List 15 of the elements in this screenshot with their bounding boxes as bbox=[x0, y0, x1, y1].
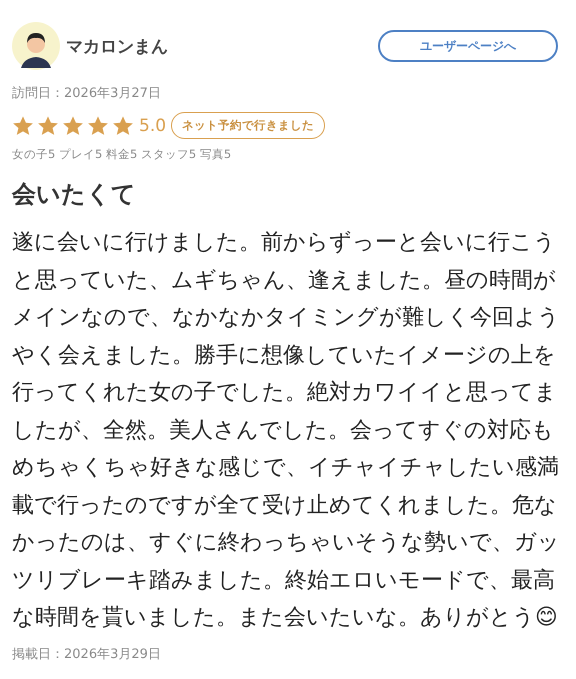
star-icon bbox=[62, 114, 84, 136]
review-title: 会いたくて bbox=[12, 179, 137, 210]
rating-score: 5.0 bbox=[139, 116, 166, 136]
star-icon bbox=[87, 114, 109, 136]
user-page-button[interactable]: ユーザーページへ bbox=[378, 30, 558, 62]
sub-ratings: 女の子5 プレイ5 料金5 スタッフ5 写真5 bbox=[12, 147, 232, 162]
avatar-icon bbox=[12, 22, 60, 70]
review-body: 遂に会いに行けました。前からずっーと会いに行こうと思っていた、ムギちゃん、逢えました。昼の時間がメインなので、なかなかタイミングが難しく今回ようやく会えました。勝手に想像していたイメージの上を行ってくれた女の子でした。絶対カワイイと思ってましたが、全然。美人さんでした。会ってすぐの対応もめちゃくちゃ好きな感じで、イチャイチャしたい感満載で行ったのですが全て受け止めてくれました。危なかったのは、すぐに終わっちゃいそうな勢いで、ガッツリブレーキ踏みました。終始エロいモードで、最高な時間を貰いました。また会いたいな。ありがとう😊 bbox=[12, 229, 561, 632]
star-icon bbox=[112, 114, 134, 136]
star-icon bbox=[37, 114, 59, 136]
star-icon bbox=[12, 114, 34, 136]
posted-date: 掲載日：2026年3月29日 bbox=[12, 646, 162, 662]
reservation-badge: ネット予約で行きました bbox=[171, 112, 326, 139]
reviewer-name: マカロンまん bbox=[66, 36, 168, 58]
visit-date: 訪問日：2026年3月27日 bbox=[12, 85, 162, 102]
